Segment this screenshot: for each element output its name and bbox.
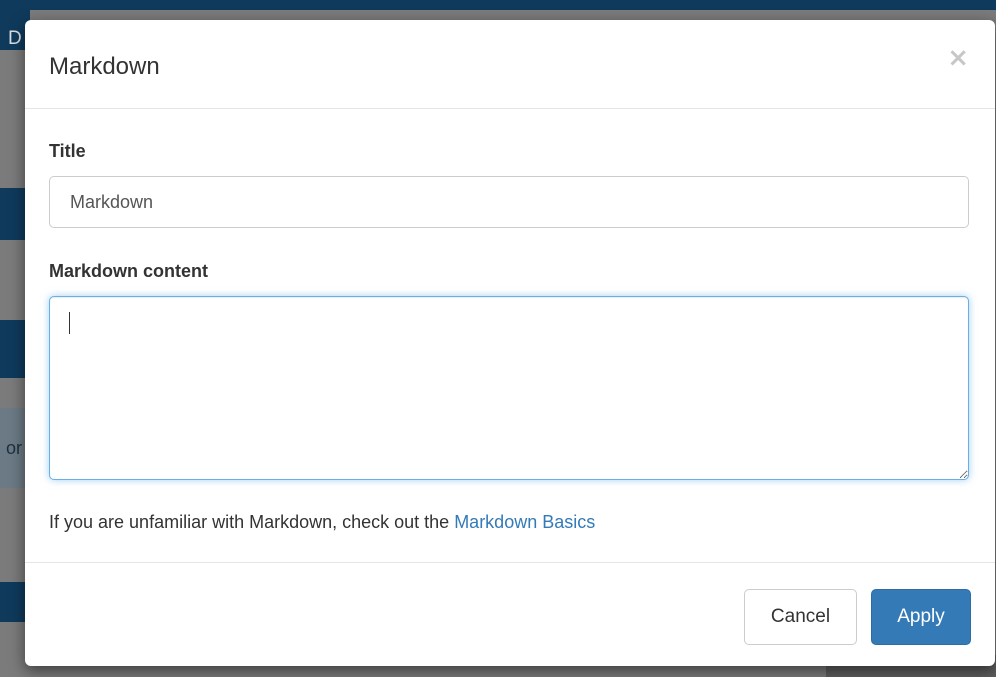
markdown-content-textarea[interactable]: [49, 296, 969, 480]
markdown-modal: Markdown × Title Markdown content If you…: [25, 20, 995, 666]
markdown-content-label: Markdown content: [49, 261, 209, 281]
background-navbar: [0, 0, 996, 10]
markdown-basics-link[interactable]: Markdown Basics: [454, 512, 595, 532]
title-label: Title: [49, 141, 86, 161]
background-partial-text: D: [8, 28, 22, 49]
cancel-button[interactable]: Cancel: [744, 589, 857, 645]
modal-title: Markdown: [49, 53, 160, 80]
apply-button[interactable]: Apply: [871, 589, 971, 645]
modal-footer: Cancel Apply: [25, 562, 995, 666]
background-partial-text: or: [6, 438, 23, 458]
text-cursor: [69, 312, 70, 334]
modal-header: Markdown ×: [25, 20, 995, 109]
title-input[interactable]: [49, 176, 969, 228]
close-button[interactable]: ×: [947, 45, 969, 71]
help-text: If you are unfamiliar with Markdown, che…: [49, 512, 595, 533]
help-text-label: If you are unfamiliar with Markdown, che…: [49, 512, 455, 532]
